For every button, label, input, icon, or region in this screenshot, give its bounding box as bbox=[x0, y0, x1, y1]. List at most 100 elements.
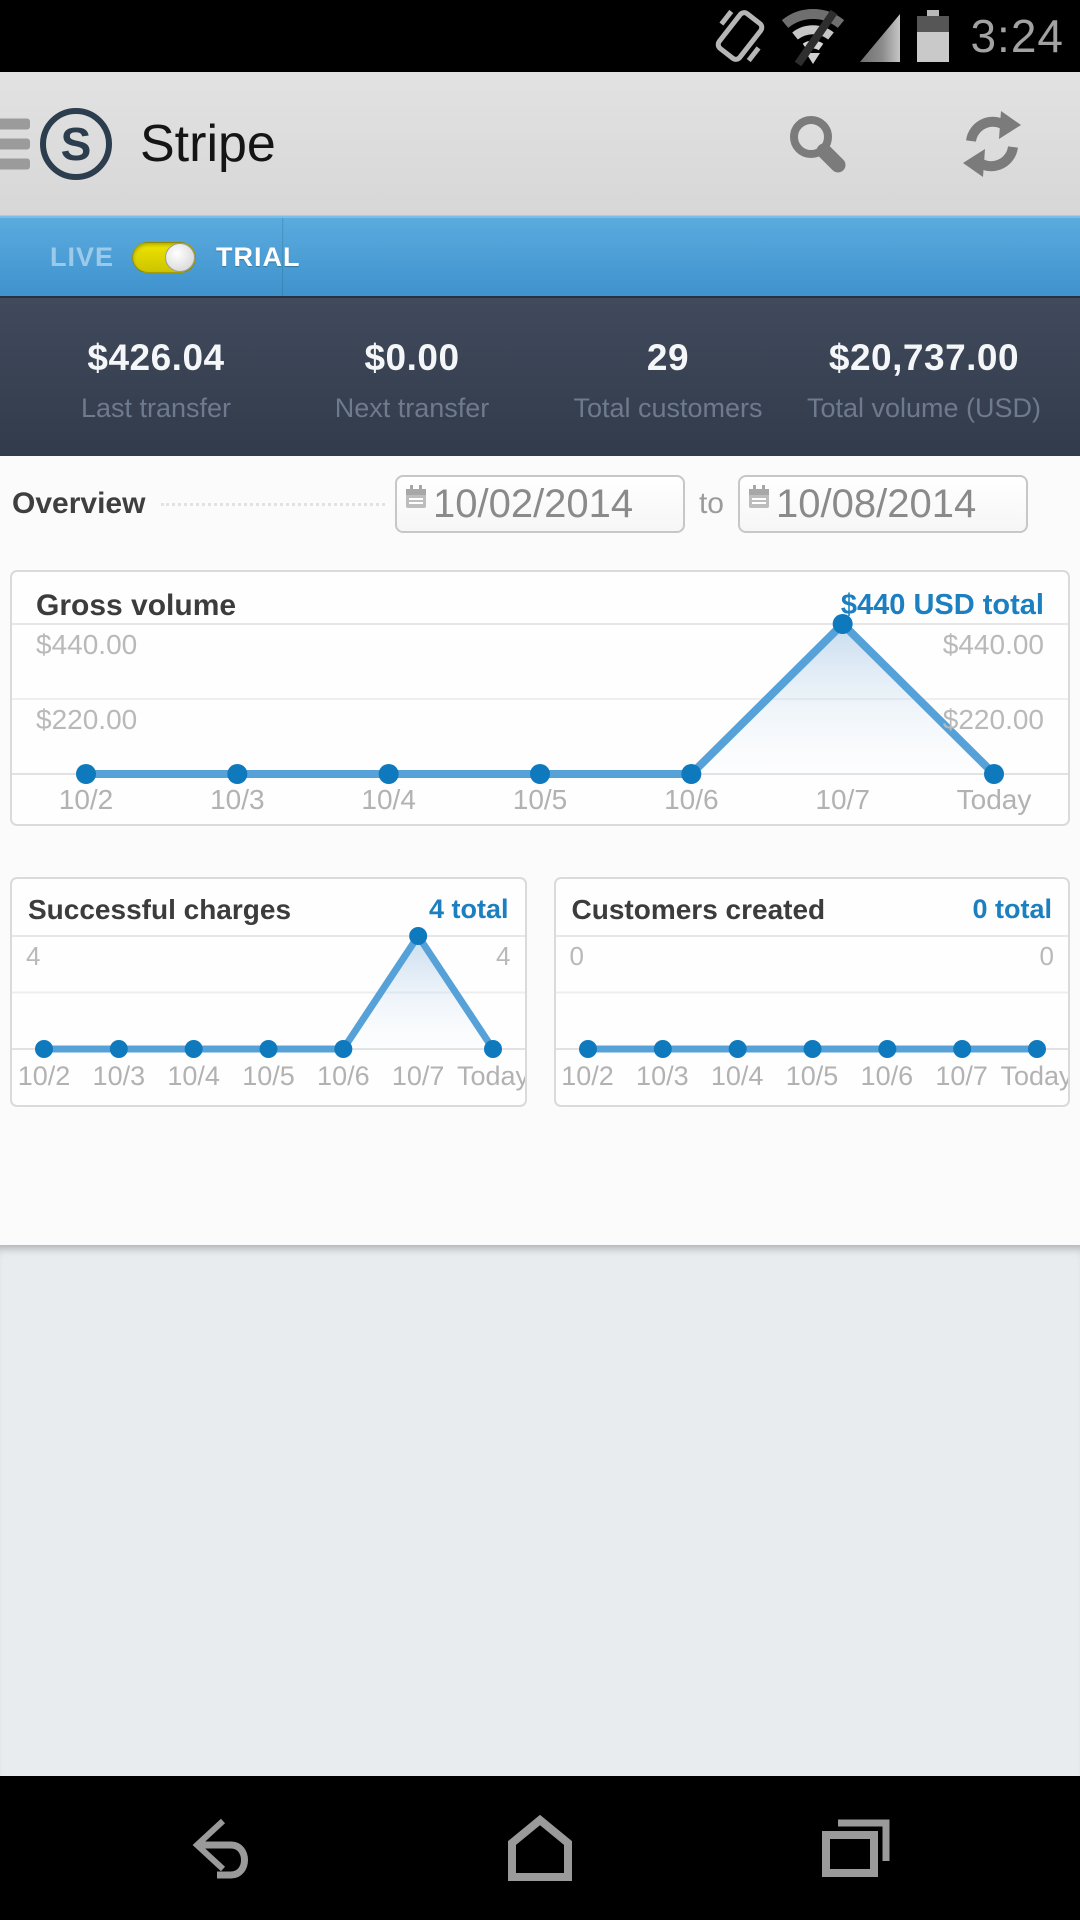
x-tick-label: 10/2 bbox=[18, 1061, 71, 1092]
stat-label: Next transfer bbox=[284, 393, 540, 424]
wifi-icon bbox=[782, 6, 844, 66]
stat-value: $0.00 bbox=[284, 337, 540, 379]
stat-label: Total customers bbox=[540, 393, 796, 424]
data-point bbox=[681, 764, 701, 784]
x-tick-label: 10/6 bbox=[861, 1061, 914, 1092]
y-tick-label: 4 bbox=[26, 941, 40, 972]
data-point bbox=[185, 1040, 203, 1058]
x-tick-label: 10/2 bbox=[59, 784, 114, 816]
x-tick-label: 10/6 bbox=[664, 784, 719, 816]
stat-total-customers: 29 Total customers bbox=[540, 331, 796, 424]
data-point bbox=[1028, 1040, 1046, 1058]
date-to-value: 10/08/2014 bbox=[776, 482, 976, 527]
stripe-logo: S bbox=[40, 108, 112, 180]
recents-icon bbox=[818, 1815, 892, 1881]
y-tick-label: $220.00 bbox=[943, 704, 1044, 736]
overview-row: Overview 10/02/2014 to 10/08 bbox=[10, 472, 1070, 536]
app-header: S Stripe bbox=[0, 72, 1080, 216]
x-tick-label: 10/4 bbox=[167, 1061, 220, 1092]
x-tick-label: Today bbox=[457, 1061, 527, 1092]
back-icon bbox=[187, 1815, 263, 1881]
stat-label: Total volume (USD) bbox=[796, 393, 1052, 424]
y-tick-label: 0 bbox=[1040, 941, 1054, 972]
data-point bbox=[984, 764, 1004, 784]
toggle-knob bbox=[165, 243, 195, 272]
data-point bbox=[260, 1040, 278, 1058]
data-point bbox=[953, 1040, 971, 1058]
stat-value: 29 bbox=[540, 337, 796, 379]
battery-icon bbox=[916, 6, 950, 66]
data-point bbox=[110, 1040, 128, 1058]
stat-last-transfer: $426.04 Last transfer bbox=[28, 331, 284, 424]
data-point bbox=[728, 1040, 746, 1058]
chart-total-link[interactable]: 4 total bbox=[429, 894, 509, 925]
x-tick-label: Today bbox=[1000, 1061, 1070, 1092]
data-point bbox=[35, 1040, 53, 1058]
home-icon bbox=[504, 1815, 576, 1881]
chart-title: Customers created bbox=[572, 894, 826, 926]
x-tick-label: 10/3 bbox=[210, 784, 265, 816]
vibrate-icon bbox=[712, 6, 768, 66]
trial-label: TRIAL bbox=[216, 242, 300, 273]
mode-bar: LIVE TRIAL bbox=[0, 216, 1080, 296]
live-trial-toggle[interactable] bbox=[132, 242, 196, 273]
data-point bbox=[227, 764, 247, 784]
refresh-button[interactable] bbox=[952, 99, 1032, 189]
app-title: Stripe bbox=[140, 114, 777, 174]
recents-button[interactable] bbox=[698, 1815, 1013, 1881]
search-button[interactable] bbox=[777, 99, 857, 189]
x-tick-label: 10/4 bbox=[711, 1061, 764, 1092]
chart-total-link[interactable]: $440 USD total bbox=[841, 589, 1044, 622]
date-from-input[interactable]: 10/02/2014 bbox=[395, 475, 685, 533]
chart-total-link[interactable]: 0 total bbox=[972, 894, 1052, 925]
chart-title: Successful charges bbox=[28, 894, 291, 926]
stat-label: Last transfer bbox=[28, 393, 284, 424]
stats-bar: $426.04 Last transfer $0.00 Next transfe… bbox=[0, 296, 1080, 456]
x-tick-label: 10/4 bbox=[361, 784, 416, 816]
data-point bbox=[76, 764, 96, 784]
gross-volume-card: 10/2 10/3 10/4 10/5 10/6 10/7 Today $440.00 $440… bbox=[10, 570, 1070, 826]
data-point bbox=[878, 1040, 896, 1058]
x-tick-label: 10/7 bbox=[815, 784, 870, 816]
data-point bbox=[653, 1040, 671, 1058]
y-tick-label: $440.00 bbox=[943, 629, 1044, 661]
stat-total-volume: $20,737.00 Total volume (USD) bbox=[796, 331, 1052, 424]
stat-next-transfer: $0.00 Next transfer bbox=[284, 331, 540, 424]
data-point bbox=[334, 1040, 352, 1058]
android-nav-bar bbox=[0, 1776, 1080, 1920]
x-tick-label: 10/5 bbox=[513, 784, 568, 816]
dashboard-content: Overview 10/02/2014 to 10/08 bbox=[0, 456, 1080, 1245]
hamburger-icon bbox=[0, 118, 30, 129]
page-background bbox=[0, 1245, 1080, 1776]
x-tick-label: 10/5 bbox=[242, 1061, 295, 1092]
back-button[interactable] bbox=[68, 1815, 383, 1881]
date-from-value: 10/02/2014 bbox=[433, 482, 633, 527]
y-tick-label: $220.00 bbox=[36, 704, 137, 736]
data-point bbox=[803, 1040, 821, 1058]
to-label: to bbox=[699, 487, 724, 521]
chart-title: Gross volume bbox=[36, 589, 236, 623]
x-tick-label: 10/7 bbox=[392, 1061, 445, 1092]
x-tick-label: 10/2 bbox=[561, 1061, 614, 1092]
data-point bbox=[379, 764, 399, 784]
x-tick-label: 10/3 bbox=[636, 1061, 689, 1092]
stat-value: $426.04 bbox=[28, 337, 284, 379]
x-tick-label: 10/3 bbox=[93, 1061, 146, 1092]
successful-charges-card: 10/2 10/3 10/4 10/5 10/6 10/7 Today 4 4 Successf… bbox=[10, 877, 527, 1107]
home-button[interactable] bbox=[383, 1815, 698, 1881]
x-tick-label: 10/5 bbox=[786, 1061, 839, 1092]
menu-button[interactable] bbox=[0, 118, 30, 169]
page-title: Overview bbox=[12, 487, 145, 521]
x-tick-label: 10/6 bbox=[317, 1061, 370, 1092]
customers-created-card: 10/210/310/410/510/610/7Today00 Customer… bbox=[554, 877, 1071, 1107]
x-tick-label: 10/7 bbox=[935, 1061, 988, 1092]
y-tick-label: 4 bbox=[496, 941, 510, 972]
dotted-divider bbox=[161, 503, 385, 506]
x-tick-label: Today bbox=[957, 784, 1032, 816]
stat-value: $20,737.00 bbox=[796, 337, 1052, 379]
date-to-input[interactable]: 10/08/2014 bbox=[738, 475, 1028, 533]
data-point bbox=[484, 1040, 502, 1058]
search-icon bbox=[785, 112, 849, 176]
data-point bbox=[409, 927, 427, 945]
refresh-icon bbox=[959, 111, 1025, 177]
